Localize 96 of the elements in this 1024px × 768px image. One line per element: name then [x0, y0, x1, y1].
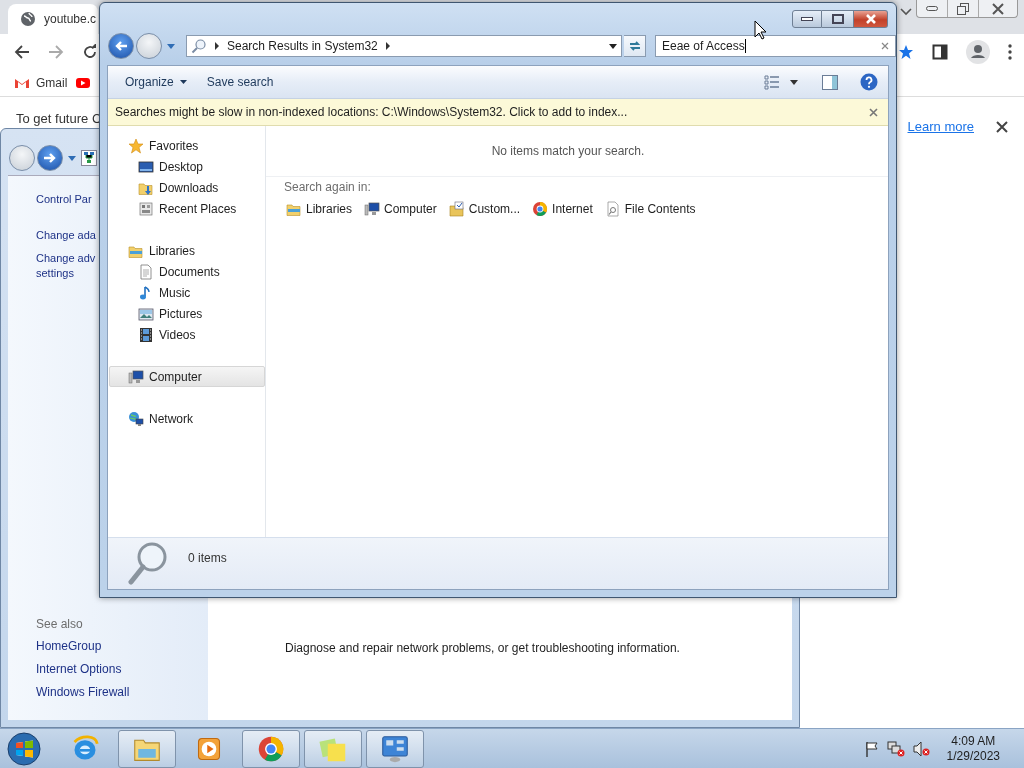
taskbar-app-button[interactable]	[366, 729, 424, 768]
control-panel-icon	[381, 734, 409, 763]
learn-more-link[interactable]: Learn more	[907, 119, 974, 134]
chevron-right-icon[interactable]	[385, 42, 390, 50]
search-icon	[191, 38, 207, 54]
search-location-link[interactable]: Internet	[532, 201, 593, 217]
document-icon	[138, 263, 154, 280]
arrow-left-icon	[114, 40, 128, 52]
bookmark-star-icon[interactable]	[898, 44, 914, 60]
recent-places-icon	[138, 200, 154, 217]
search-again-label: Search again in:	[284, 180, 372, 194]
nav-item[interactable]: Videos	[109, 324, 265, 345]
volume-muted-icon[interactable]	[912, 740, 931, 757]
task-link[interactable]: Control Par	[36, 192, 92, 207]
network-center-icon	[81, 150, 97, 166]
browser-tab[interactable]: youtube.c	[8, 4, 98, 34]
search-location-link[interactable]: Libraries	[286, 201, 353, 217]
taskbar-app-button[interactable]	[242, 729, 300, 768]
menu-icon[interactable]	[1008, 44, 1012, 60]
close-icon[interactable]	[869, 107, 878, 117]
close-icon	[864, 14, 877, 24]
clock[interactable]: 4:09 AM 1/29/2023	[946, 733, 1000, 764]
side-panel-icon[interactable]	[932, 44, 948, 60]
minimize-icon	[801, 17, 813, 21]
nav-item[interactable]: Documents	[109, 261, 265, 282]
task-link[interactable]: Change adv settings	[36, 251, 96, 281]
browser-logo-icon	[532, 201, 549, 217]
breadcrumb[interactable]: Search Results in System32	[227, 39, 378, 53]
view-list-icon[interactable]	[764, 74, 780, 90]
document-search-icon	[604, 201, 621, 217]
see-also-link[interactable]: HomeGroup	[36, 639, 208, 654]
nav-item[interactable]: Network	[109, 408, 265, 429]
flag-icon[interactable]	[864, 740, 879, 757]
help-icon[interactable]	[860, 73, 878, 91]
close-icon[interactable]	[996, 120, 1008, 133]
forward-button[interactable]	[37, 145, 63, 171]
nav-item[interactable]: Pictures	[109, 303, 265, 324]
maximize-icon	[831, 14, 844, 24]
close-button[interactable]	[854, 10, 888, 28]
nav-item[interactable]: Computer	[109, 366, 265, 387]
refresh-icon	[627, 39, 642, 53]
search-field[interactable]: Eeae of Access	[655, 35, 896, 57]
taskbar-app-button[interactable]	[304, 729, 362, 768]
profile-avatar-icon[interactable]	[966, 40, 990, 64]
toolbar-button[interactable]: Organize	[118, 70, 194, 94]
search-location-link[interactable]: Computer	[364, 201, 437, 217]
dropdown-arrow-icon[interactable]	[790, 79, 798, 85]
library-folder-icon	[286, 201, 302, 217]
bookmark[interactable]: Gmail	[14, 75, 68, 91]
nav-item[interactable]: Recent Places	[109, 198, 265, 219]
network-icon	[128, 410, 144, 427]
search-location-link[interactable]: Custom...	[448, 201, 521, 217]
computer-icon	[128, 368, 144, 385]
picture-icon	[138, 305, 154, 322]
back-button[interactable]	[108, 33, 134, 59]
see-also-link[interactable]: Internet Options	[36, 662, 208, 677]
see-also-link[interactable]: Windows Firewall	[36, 685, 208, 700]
nav-item[interactable]: Desktop	[109, 156, 265, 177]
refresh-button[interactable]	[624, 35, 646, 57]
maximize-button[interactable]	[822, 10, 854, 28]
globe-icon	[20, 11, 36, 27]
item-count: 0 items	[188, 551, 227, 565]
bookmark[interactable]	[75, 75, 92, 91]
address-bar[interactable]: Search Results in System32	[186, 35, 622, 57]
toolbar-button[interactable]: Save search	[199, 70, 281, 94]
forward-button[interactable]	[136, 33, 162, 59]
star-icon	[128, 137, 144, 154]
nav-item[interactable]: Downloads	[109, 177, 265, 198]
browser-logo-icon	[257, 734, 285, 763]
network-error-icon[interactable]	[886, 740, 905, 757]
chevron-down-icon[interactable]	[900, 8, 912, 16]
arrow-right-icon	[43, 152, 57, 164]
nav-item[interactable]: Favorites	[109, 135, 265, 156]
play-logo-icon	[75, 75, 92, 91]
info-bar[interactable]: Searches might be slow in non-indexed locations: C:\Windows\System32. Click to add to index...	[108, 99, 888, 126]
computer-icon	[364, 201, 381, 217]
folder-check-icon	[448, 201, 465, 217]
film-icon	[138, 326, 154, 343]
magnifier-icon	[128, 541, 168, 585]
desktop-icon	[138, 158, 154, 175]
close-icon	[992, 2, 1004, 15]
minimize-icon	[926, 5, 938, 12]
empty-message: No items match your search.	[491, 144, 645, 158]
search-location-link[interactable]: File Contents	[604, 201, 696, 217]
minimize-button[interactable]	[792, 10, 822, 28]
task-link[interactable]: Change ada	[36, 228, 96, 243]
preview-pane-icon[interactable]	[822, 74, 838, 90]
clear-icon[interactable]	[881, 42, 889, 50]
mouse-cursor-icon	[754, 20, 767, 40]
nav-item[interactable]: Libraries	[109, 240, 265, 261]
dropdown-arrow-icon[interactable]	[609, 43, 617, 49]
taskbar-app-button[interactable]	[118, 729, 176, 768]
nav-item[interactable]: Music	[109, 282, 265, 303]
see-also-heading: See also	[36, 617, 84, 631]
chevron-right-icon[interactable]	[215, 42, 219, 50]
description-text: Diagnose and repair network problems, or get troubleshooting information.	[285, 641, 680, 655]
